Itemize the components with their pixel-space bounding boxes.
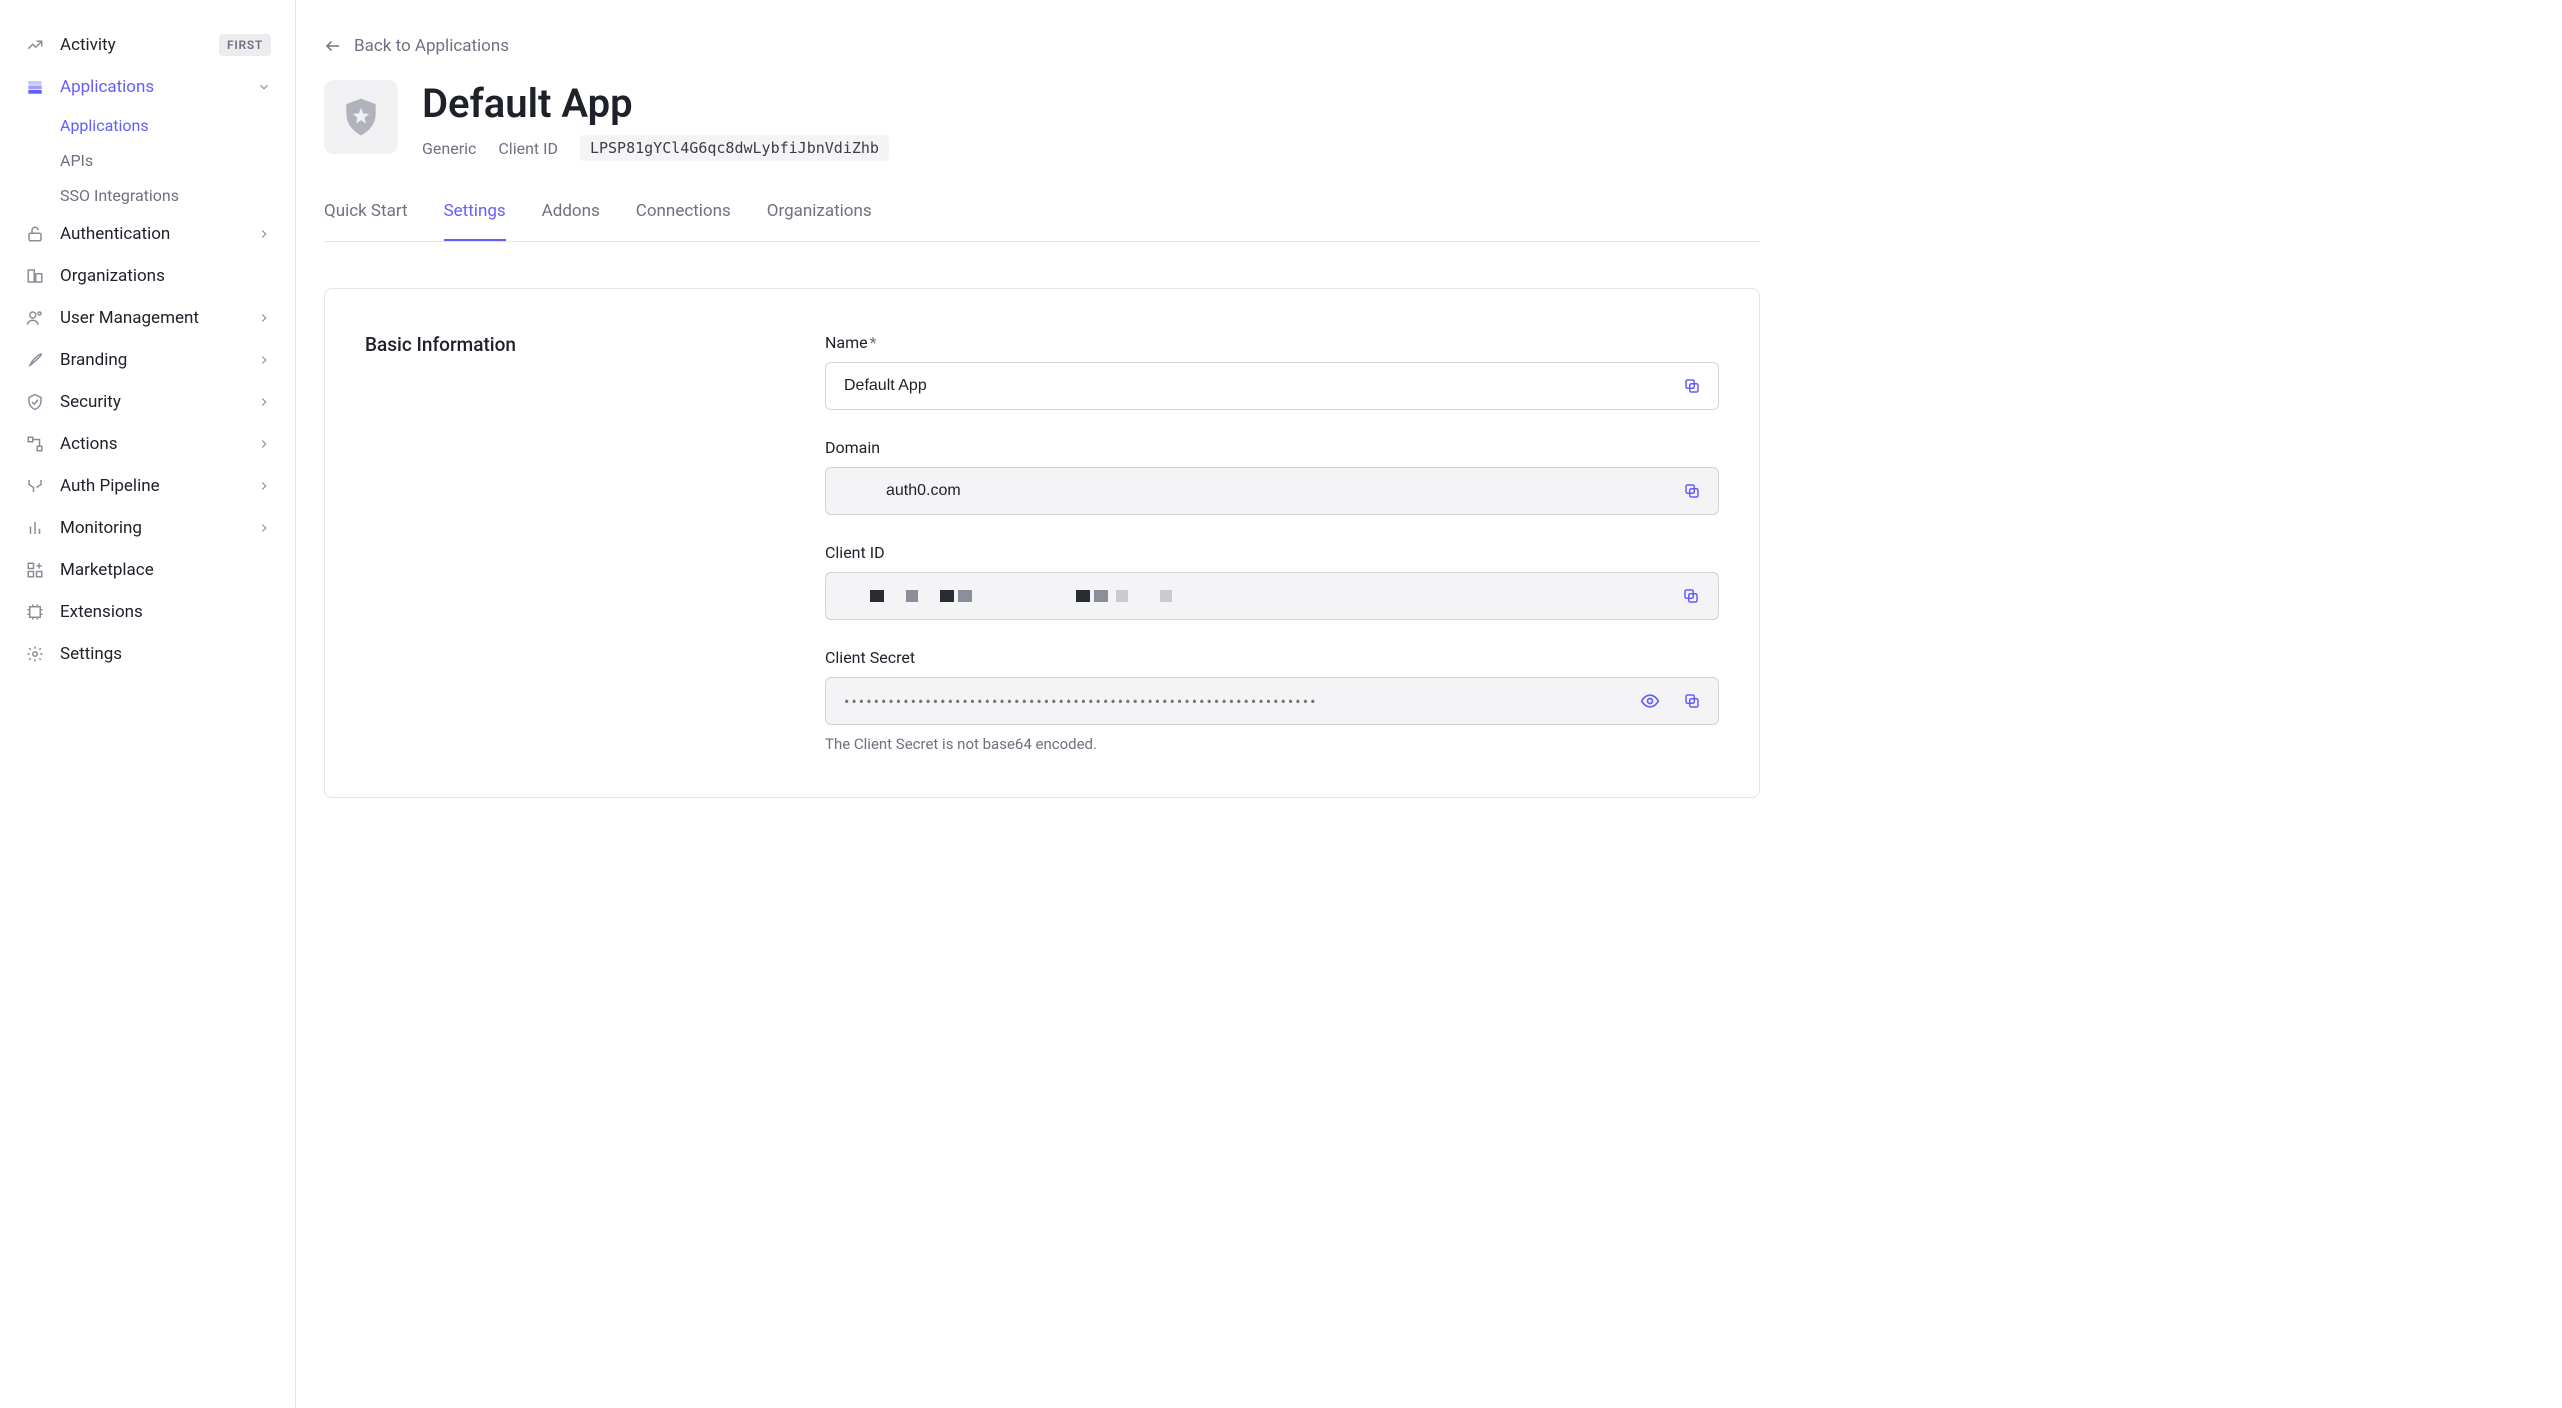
app-title: Default App	[422, 80, 889, 127]
sidebar: Activity FIRST Applications Applications…	[0, 0, 296, 1408]
chevron-right-icon	[257, 521, 271, 535]
sidebar-item-label: Organizations	[60, 266, 271, 286]
sidebar-item-label: Branding	[60, 350, 243, 370]
chevron-right-icon	[257, 479, 271, 493]
brush-icon	[24, 349, 46, 371]
client-secret-input[interactable]: ••••••••••••••••••••••••••••••••••••••••…	[825, 677, 1719, 725]
name-input[interactable]	[825, 362, 1719, 410]
pipeline-icon	[24, 475, 46, 497]
plugin-icon	[24, 601, 46, 623]
reveal-secret-button[interactable]	[1633, 684, 1667, 718]
copy-domain-button[interactable]	[1675, 474, 1709, 508]
sidebar-item-settings[interactable]: Settings	[16, 633, 279, 675]
sidebar-item-label: Activity	[60, 35, 199, 55]
client-id-redacted-field[interactable]	[825, 572, 1719, 620]
sidebar-item-branding[interactable]: Branding	[16, 339, 279, 381]
sidebar-item-actions[interactable]: Actions	[16, 423, 279, 465]
back-link-label: Back to Applications	[354, 36, 509, 56]
sidebar-item-label: Marketplace	[60, 560, 271, 580]
chevron-right-icon	[257, 227, 271, 241]
gear-icon	[24, 643, 46, 665]
sidebar-item-label: Authentication	[60, 224, 243, 244]
domain-label: Domain	[825, 438, 1719, 457]
sidebar-item-label: User Management	[60, 308, 243, 328]
client-secret-field-group: Client Secret ••••••••••••••••••••••••••…	[825, 648, 1719, 753]
copy-name-button[interactable]	[1675, 369, 1709, 403]
sidebar-item-label: Extensions	[60, 602, 271, 622]
shield-icon	[24, 391, 46, 413]
chevron-right-icon	[257, 311, 271, 325]
section-title: Basic Information	[365, 333, 785, 753]
app-header: Default App Generic Client ID LPSP81gYCl…	[324, 80, 1760, 161]
sidebar-item-authentication[interactable]: Authentication	[16, 213, 279, 255]
tab-addons[interactable]: Addons	[542, 201, 600, 241]
sidebar-item-label: Monitoring	[60, 518, 243, 538]
domain-input[interactable]	[825, 467, 1719, 515]
name-field-group: Name*	[825, 333, 1719, 410]
domain-field-group: Domain	[825, 438, 1719, 515]
sidebar-item-label: Actions	[60, 434, 243, 454]
activity-icon	[24, 34, 46, 56]
sidebar-item-monitoring[interactable]: Monitoring	[16, 507, 279, 549]
tabs: Quick Start Settings Addons Connections …	[324, 201, 1760, 242]
client-id-field-group: Client ID	[825, 543, 1719, 620]
sidebar-item-label: Applications	[60, 77, 243, 97]
chevron-down-icon	[257, 80, 271, 94]
organizations-icon	[24, 265, 46, 287]
sidebar-item-label: Security	[60, 392, 243, 412]
app-badge-icon	[324, 80, 398, 154]
chevron-right-icon	[257, 437, 271, 451]
sidebar-item-label: Auth Pipeline	[60, 476, 243, 496]
lock-icon	[24, 223, 46, 245]
sidebar-item-auth-pipeline[interactable]: Auth Pipeline	[16, 465, 279, 507]
first-badge: FIRST	[219, 34, 271, 56]
client-id-label: Client ID	[498, 139, 558, 158]
client-secret-help: The Client Secret is not base64 encoded.	[825, 735, 1719, 753]
main-content: Back to Applications Default App Generic…	[296, 0, 1796, 1408]
sidebar-item-activity[interactable]: Activity FIRST	[16, 24, 279, 66]
sidebar-item-label: Settings	[60, 644, 271, 664]
name-label: Name*	[825, 333, 1719, 352]
sidebar-item-user-management[interactable]: User Management	[16, 297, 279, 339]
subnav-item-applications[interactable]: Applications	[52, 108, 279, 143]
basic-info-card: Basic Information Name*	[324, 288, 1760, 798]
back-to-applications-link[interactable]: Back to Applications	[324, 36, 1760, 56]
subnav-item-apis[interactable]: APIs	[52, 143, 279, 178]
grid-plus-icon	[24, 559, 46, 581]
applications-subnav: Applications APIs SSO Integrations	[16, 108, 279, 213]
tab-organizations[interactable]: Organizations	[767, 201, 872, 241]
applications-icon	[24, 76, 46, 98]
sidebar-item-extensions[interactable]: Extensions	[16, 591, 279, 633]
sidebar-item-applications[interactable]: Applications	[16, 66, 279, 108]
copy-secret-button[interactable]	[1675, 684, 1709, 718]
chevron-right-icon	[257, 353, 271, 367]
client-secret-label: Client Secret	[825, 648, 1719, 667]
sidebar-item-marketplace[interactable]: Marketplace	[16, 549, 279, 591]
client-id-value[interactable]: LPSP81gYCl4G6qc8dwLybfiJbnVdiZhb	[580, 135, 889, 161]
tab-quick-start[interactable]: Quick Start	[324, 201, 408, 241]
subnav-item-sso[interactable]: SSO Integrations	[52, 178, 279, 213]
sidebar-item-security[interactable]: Security	[16, 381, 279, 423]
flow-icon	[24, 433, 46, 455]
client-secret-masked: ••••••••••••••••••••••••••••••••••••••••…	[844, 692, 1318, 711]
sidebar-item-organizations[interactable]: Organizations	[16, 255, 279, 297]
client-id-form-label: Client ID	[825, 543, 1719, 562]
chevron-right-icon	[257, 395, 271, 409]
app-type-label: Generic	[422, 139, 476, 158]
copy-client-id-button[interactable]	[1674, 579, 1708, 613]
required-star: *	[870, 333, 877, 352]
bar-chart-icon	[24, 517, 46, 539]
arrow-left-icon	[324, 37, 342, 55]
tab-connections[interactable]: Connections	[636, 201, 731, 241]
users-icon	[24, 307, 46, 329]
tab-settings[interactable]: Settings	[444, 201, 506, 241]
